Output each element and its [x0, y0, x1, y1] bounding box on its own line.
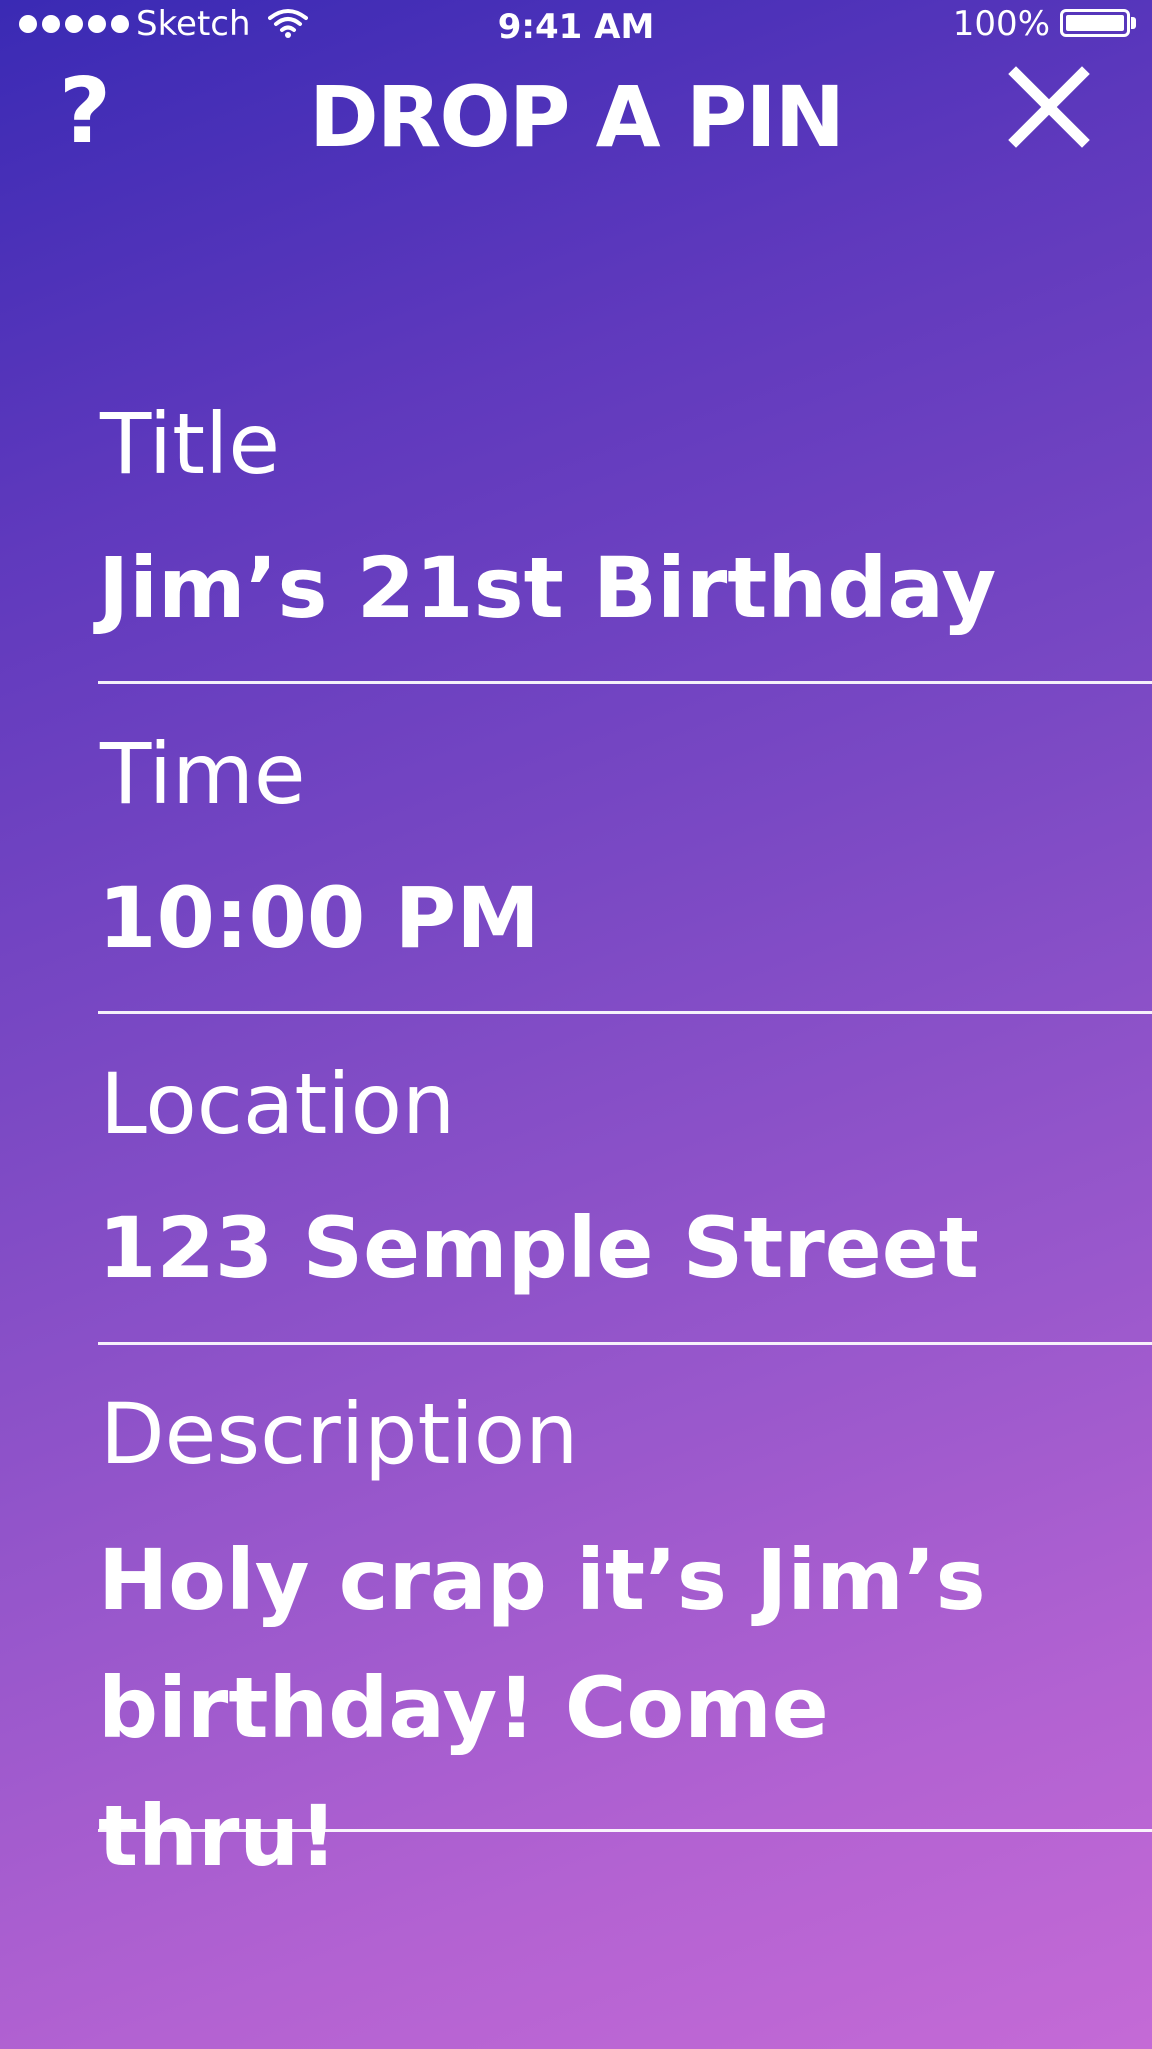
- battery-percent: 100%: [952, 4, 1050, 44]
- location-input[interactable]: 123 Semple Street: [98, 1196, 979, 1300]
- description-divider: [98, 1829, 1152, 1832]
- title-divider: [98, 681, 1152, 684]
- battery-icon: [1060, 9, 1130, 37]
- time-label: Time: [100, 725, 306, 823]
- title-label: Title: [100, 395, 281, 493]
- battery-cap: [1131, 17, 1136, 29]
- close-icon[interactable]: [1008, 66, 1090, 148]
- time-input[interactable]: 10:00 PM: [98, 866, 540, 970]
- description-input[interactable]: Holy crap it’s Jim’s birthday! Come thru…: [98, 1516, 1058, 1900]
- location-divider: [98, 1342, 1152, 1345]
- title-input[interactable]: Jim’s 21st Birthday: [98, 536, 996, 640]
- description-label: Description: [100, 1385, 579, 1483]
- time-divider: [98, 1011, 1152, 1014]
- status-bar: Sketch 9:41 AM 100%: [0, 0, 1152, 52]
- page-title: DROP A PIN: [309, 68, 845, 166]
- location-label: Location: [100, 1055, 456, 1153]
